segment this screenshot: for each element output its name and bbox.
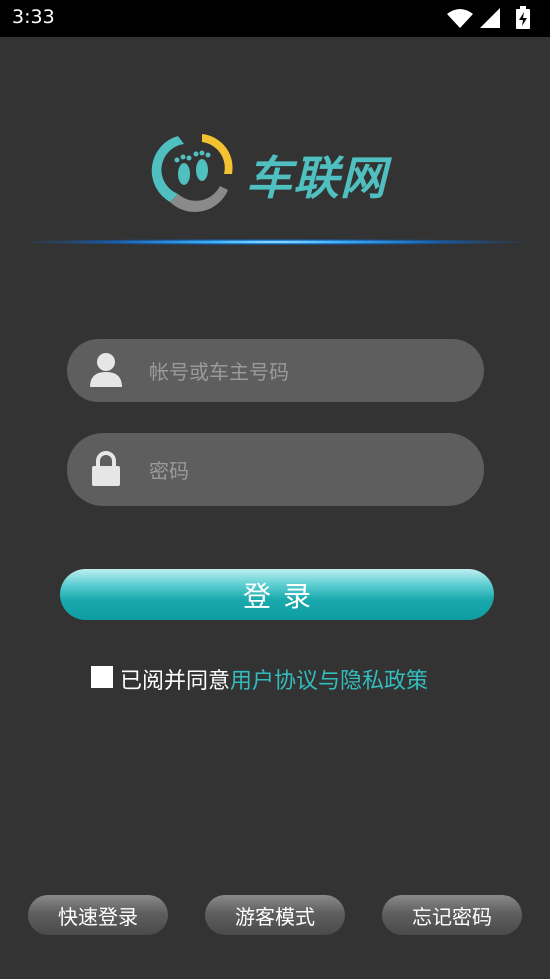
quick-login-button[interactable]: 快速登录 (28, 895, 168, 935)
agreement-text: 已阅并同意 (120, 669, 231, 694)
forgot-password-button[interactable]: 忘记密码 (382, 895, 522, 935)
agreement-link[interactable]: 用户协议与隐私政策 (230, 669, 428, 694)
agreement-label: 已阅并同意用户协议与隐私政策 (120, 663, 428, 695)
user-icon (90, 353, 122, 387)
agreement-checkbox[interactable] (91, 666, 113, 688)
account-input[interactable] (147, 339, 471, 404)
lock-icon (92, 451, 120, 486)
account-field[interactable] (67, 339, 484, 404)
logo-text: 车联网 (246, 151, 387, 205)
glow-divider (30, 239, 520, 245)
guest-mode-button[interactable]: 游客模式 (205, 895, 345, 935)
password-field[interactable] (67, 433, 484, 508)
signal-icon (480, 8, 500, 28)
battery-charging-icon (516, 6, 530, 29)
password-input[interactable] (147, 433, 471, 508)
status-icons (447, 6, 530, 29)
status-time: 3:33 (12, 6, 55, 28)
footprints-logo-icon (151, 134, 233, 212)
app-logo: 车联网 (150, 128, 420, 214)
wifi-icon (447, 9, 473, 28)
login-button[interactable]: 登录 (60, 569, 494, 620)
status-bar: 3:33 (0, 0, 550, 37)
